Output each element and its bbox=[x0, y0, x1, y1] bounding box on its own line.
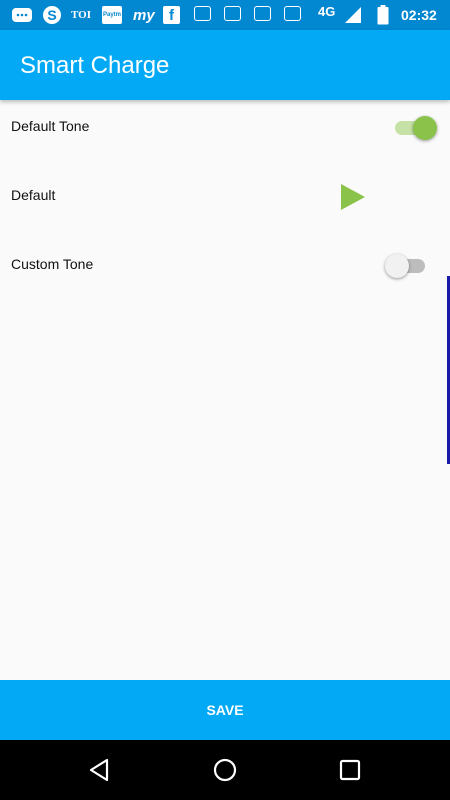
default-tone-label: Default Tone bbox=[11, 118, 90, 134]
facebook-icon: f bbox=[163, 6, 180, 24]
default-tone-row: Default Tone bbox=[0, 98, 450, 158]
custom-tone-switch[interactable] bbox=[385, 251, 429, 281]
switch-thumb bbox=[413, 116, 437, 140]
default-tone-switch[interactable] bbox=[391, 113, 437, 143]
app-icon bbox=[194, 6, 211, 21]
custom-tone-row: Custom Tone bbox=[0, 236, 450, 296]
custom-tone-label: Custom Tone bbox=[11, 256, 94, 272]
app-icon bbox=[254, 6, 271, 21]
battery-icon bbox=[377, 5, 389, 25]
default-item-label: Default bbox=[11, 187, 56, 203]
play-icon[interactable] bbox=[340, 184, 366, 210]
page-title: Smart Charge bbox=[20, 52, 170, 79]
back-icon[interactable] bbox=[85, 755, 115, 785]
status-time: 02:32 bbox=[401, 7, 437, 23]
navigation-bar bbox=[0, 740, 450, 800]
recents-icon[interactable] bbox=[335, 755, 365, 785]
svg-text:S: S bbox=[47, 7, 56, 23]
myntra-icon: my bbox=[133, 6, 155, 24]
chat-icon bbox=[11, 6, 33, 24]
save-button-label: SAVE bbox=[206, 702, 244, 718]
paytm-icon: Paytm bbox=[102, 6, 122, 24]
toi-icon: TOI bbox=[71, 9, 91, 21]
default-item-row[interactable]: Default bbox=[0, 167, 450, 227]
skype-icon: S bbox=[42, 6, 62, 24]
home-icon[interactable] bbox=[210, 755, 240, 785]
app-bar: Smart Charge bbox=[0, 30, 450, 100]
app-icon bbox=[224, 6, 241, 21]
app-icon bbox=[284, 6, 301, 21]
save-button[interactable]: SAVE bbox=[0, 680, 450, 740]
signal-icon bbox=[344, 6, 362, 24]
status-bar: S TOI Paytm my f 4G 02:32 bbox=[0, 0, 450, 30]
network-type: 4G bbox=[318, 4, 336, 19]
switch-thumb bbox=[385, 254, 409, 278]
